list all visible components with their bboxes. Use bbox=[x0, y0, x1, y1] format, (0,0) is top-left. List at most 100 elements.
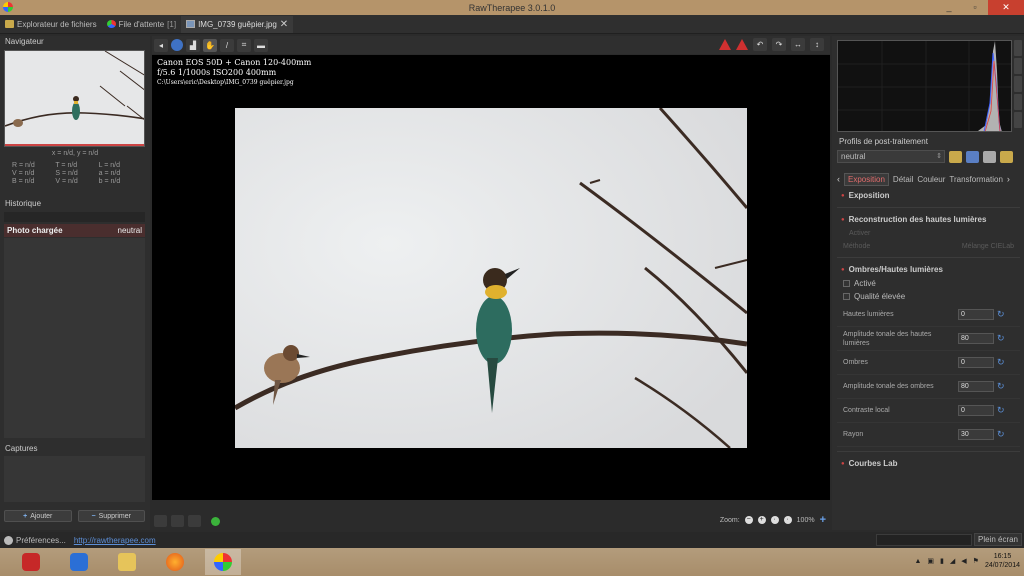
paste-profile-icon[interactable] bbox=[1000, 150, 1013, 163]
tab-exposure[interactable]: Exposition bbox=[844, 172, 889, 186]
tab-image-editor[interactable]: IMG_0739 guêpier.jpg ✕ bbox=[181, 15, 294, 33]
fullscreen-button[interactable]: Plein écran bbox=[974, 533, 1022, 546]
save-profile-icon[interactable] bbox=[966, 150, 979, 163]
slider-shadows[interactable]: Ombres 0 ↻ bbox=[837, 351, 1020, 375]
taskbar-power-app[interactable] bbox=[13, 549, 49, 575]
battery-icon[interactable]: ▮ bbox=[940, 557, 944, 565]
reset-icon[interactable]: ↻ bbox=[997, 405, 1005, 416]
zoom-out-icon[interactable]: − bbox=[744, 516, 753, 524]
crop-tool-icon[interactable]: ⌗ bbox=[237, 38, 251, 52]
slider-value[interactable]: 0 bbox=[958, 405, 994, 416]
taskbar-app-blue[interactable] bbox=[61, 549, 97, 575]
sh-active-checkbox[interactable]: Activé bbox=[837, 277, 1020, 290]
straighten-tool-icon[interactable]: ▬ bbox=[254, 38, 268, 52]
maximize-button[interactable]: ▫ bbox=[962, 0, 988, 15]
editor-area: ◂ ▟ ✋ / ⌗ ▬ ↶ ↷ ↔ ↕ Canon EOS 50D + Cano… bbox=[152, 36, 830, 530]
value-s: S = n/d bbox=[55, 170, 78, 177]
rotate-left-icon[interactable]: ↶ bbox=[753, 38, 767, 51]
preferences-button[interactable]: Préférences... bbox=[0, 535, 66, 545]
reset-icon[interactable]: ↻ bbox=[997, 357, 1005, 368]
tab-transform[interactable]: Transformation bbox=[949, 175, 1003, 184]
reset-icon[interactable]: ↻ bbox=[997, 333, 1005, 344]
slider-value[interactable]: 0 bbox=[958, 357, 994, 368]
queue-settings-icon[interactable] bbox=[171, 515, 184, 527]
taskbar-file-explorer[interactable] bbox=[109, 549, 145, 575]
taskbar-firefox[interactable] bbox=[157, 549, 193, 575]
zoom-in-icon[interactable]: + bbox=[757, 516, 766, 524]
rotate-right-icon[interactable]: ↷ bbox=[772, 38, 786, 51]
value-r: R = n/d bbox=[12, 162, 35, 169]
section-shadows-highlights[interactable]: ● Ombres/Hautes lumières bbox=[837, 262, 1020, 277]
tab-detail[interactable]: Détail bbox=[893, 175, 913, 184]
tabs-left-arrow-icon[interactable]: ‹ bbox=[837, 174, 840, 184]
network-icon[interactable]: ◢ bbox=[950, 557, 955, 565]
volume-icon[interactable]: ◀ bbox=[961, 557, 966, 565]
website-link[interactable]: http://rawtherapee.com bbox=[74, 536, 156, 545]
tab-color[interactable]: Couleur bbox=[917, 175, 945, 184]
tray-up-arrow-icon[interactable]: ▲ bbox=[914, 558, 921, 565]
sh-high-quality-checkbox[interactable]: Qualité élevée bbox=[837, 290, 1020, 303]
slider-shadows-tonal-width[interactable]: Amplitude tonale des ombres 80 ↻ bbox=[837, 375, 1020, 399]
slider-radius[interactable]: Rayon 30 ↻ bbox=[837, 423, 1020, 447]
clipped-highlights-warning-icon[interactable] bbox=[719, 39, 731, 50]
slider-local-contrast[interactable]: Contraste local 0 ↻ bbox=[837, 399, 1020, 423]
close-button[interactable]: ✕ bbox=[988, 0, 1024, 15]
flag-icon[interactable]: ⚑ bbox=[973, 557, 979, 565]
captures-list[interactable] bbox=[4, 456, 145, 502]
image-viewer[interactable]: Canon EOS 50D + Canon 120-400mm f/5.6 1/… bbox=[152, 55, 830, 500]
reset-icon[interactable]: ↻ bbox=[997, 429, 1005, 440]
slider-highlights[interactable]: Hautes lumières 0 ↻ bbox=[837, 303, 1020, 327]
histogram-red-toggle[interactable] bbox=[1014, 40, 1022, 56]
tray-app-icon[interactable]: ▣ bbox=[927, 557, 934, 565]
taskbar-rawtherapee[interactable] bbox=[205, 549, 241, 575]
navigator-title: Navigateur bbox=[5, 37, 44, 46]
info-icon[interactable] bbox=[171, 39, 183, 51]
section-lab-curves[interactable]: ● Courbes Lab bbox=[837, 456, 1020, 471]
slider-value[interactable]: 80 bbox=[958, 333, 994, 344]
pixel-values: R = n/d T = n/d L = n/d V = n/d S = n/d … bbox=[12, 162, 142, 185]
histogram-blue-toggle[interactable] bbox=[1014, 76, 1022, 92]
slider-value[interactable]: 80 bbox=[958, 381, 994, 392]
minimize-button[interactable]: _ bbox=[936, 0, 962, 15]
photo-preview[interactable] bbox=[235, 108, 747, 448]
reset-icon[interactable]: ↻ bbox=[997, 381, 1005, 392]
section-highlight-reconstruction[interactable]: ● Reconstruction des hautes lumières bbox=[837, 212, 1020, 227]
new-detail-window-icon[interactable]: + bbox=[820, 514, 826, 526]
rawtherapee-icon bbox=[3, 2, 13, 12]
tab-file-browser[interactable]: Explorateur de fichiers bbox=[0, 16, 102, 33]
flip-vertical-icon[interactable]: ↕ bbox=[810, 38, 824, 51]
value-l: L = n/d bbox=[98, 162, 120, 169]
exif-overlay: Canon EOS 50D + Canon 120-400mm f/5.6 1/… bbox=[157, 58, 311, 88]
zoom-fit-icon[interactable]: · bbox=[770, 516, 779, 524]
zoom-100-icon[interactable]: · bbox=[783, 516, 792, 524]
clipped-shadows-warning-icon[interactable] bbox=[736, 39, 748, 50]
tab-queue[interactable]: File d'attente [1] bbox=[102, 16, 181, 33]
remove-capture-button[interactable]: − Supprimer bbox=[77, 510, 145, 522]
hide-left-panel-icon[interactable]: ◂ bbox=[154, 38, 168, 52]
navigator-preview[interactable] bbox=[4, 50, 145, 147]
white-balance-picker-icon[interactable]: / bbox=[220, 38, 234, 52]
history-list[interactable] bbox=[4, 238, 145, 438]
close-tab-icon[interactable]: ✕ bbox=[280, 19, 288, 30]
history-row[interactable]: Photo chargée neutral bbox=[4, 224, 145, 237]
hand-tool-icon[interactable]: ✋ bbox=[203, 38, 217, 52]
histogram-luma-toggle[interactable] bbox=[1014, 94, 1022, 110]
flip-horizontal-icon[interactable]: ↔ bbox=[791, 38, 805, 51]
slider-value[interactable]: 30 bbox=[958, 429, 994, 440]
section-exposure[interactable]: ● Exposition bbox=[837, 188, 1020, 203]
open-profile-icon[interactable] bbox=[949, 150, 962, 163]
histogram-green-toggle[interactable] bbox=[1014, 58, 1022, 74]
copy-profile-icon[interactable] bbox=[983, 150, 996, 163]
before-after-icon[interactable]: ▟ bbox=[186, 38, 200, 52]
add-capture-button[interactable]: + Ajouter bbox=[4, 510, 72, 522]
reset-icon[interactable]: ↻ bbox=[997, 309, 1005, 320]
save-image-icon[interactable] bbox=[154, 515, 167, 527]
send-to-editor-icon[interactable] bbox=[188, 515, 201, 527]
histogram-raw-toggle[interactable] bbox=[1014, 112, 1022, 128]
profile-select[interactable]: neutral bbox=[837, 150, 945, 163]
tabs-right-arrow-icon[interactable]: › bbox=[1007, 174, 1010, 184]
slider-value[interactable]: 0 bbox=[958, 309, 994, 320]
slider-highlights-tonal-width[interactable]: Amplitude tonale des hautes lumières 80 … bbox=[837, 327, 1020, 351]
clock[interactable]: 16:15 24/07/2014 bbox=[985, 552, 1020, 570]
slider-label: Hautes lumières bbox=[843, 311, 894, 318]
